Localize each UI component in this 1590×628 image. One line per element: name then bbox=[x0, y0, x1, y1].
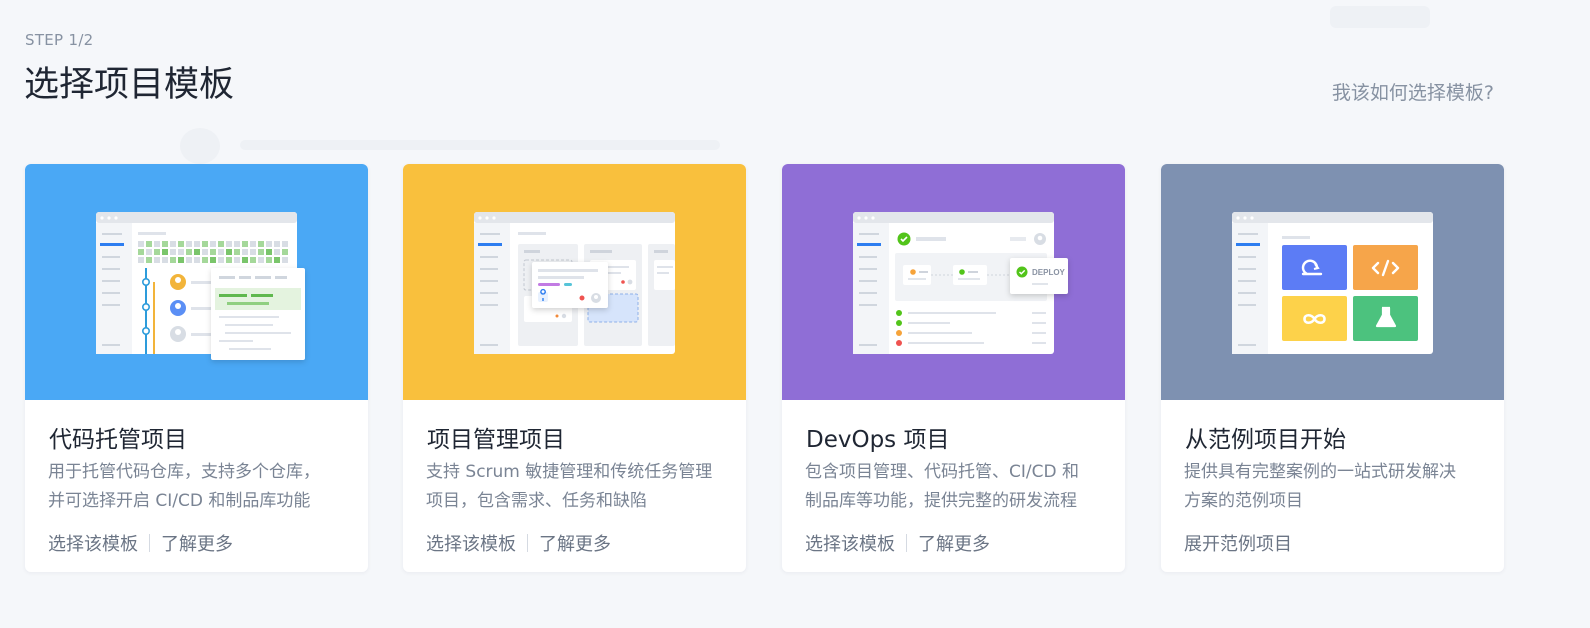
card-title: DevOps 项目 bbox=[806, 427, 950, 453]
template-card-devops[interactable]: DEPLOY DevOps 项目 包含项目管理、代码托管、CI/CD 和 制品库… bbox=[782, 164, 1125, 572]
card-description: 支持 Scrum 敏捷管理和传统任务管理 项目，包含需求、任务和缺陷 bbox=[426, 458, 726, 516]
card-description: 提供具有完整案例的一站式研发解决 方案的范例项目 bbox=[1184, 458, 1484, 516]
card-actions: 选择该模板 了解更多 bbox=[805, 530, 990, 556]
divider bbox=[527, 534, 528, 552]
expand-sample-projects-link[interactable]: 展开范例项目 bbox=[1184, 530, 1292, 556]
select-template-link[interactable]: 选择该模板 bbox=[805, 530, 895, 556]
kanban-illustration bbox=[474, 212, 675, 354]
card-title: 代码托管项目 bbox=[49, 427, 187, 453]
select-template-link[interactable]: 选择该模板 bbox=[426, 530, 516, 556]
divider bbox=[149, 534, 150, 552]
deploy-badge-text: DEPLOY bbox=[1032, 268, 1066, 277]
agile-tile bbox=[1282, 245, 1347, 290]
card-description-line: 项目，包含需求、任务和缺陷 bbox=[426, 491, 647, 511]
card-title: 项目管理项目 bbox=[427, 427, 565, 453]
learn-more-link[interactable]: 了解更多 bbox=[539, 530, 611, 556]
card-description-line: 方案的范例项目 bbox=[1184, 491, 1303, 511]
card-illustration bbox=[403, 164, 746, 400]
card-illustration bbox=[1161, 164, 1504, 400]
card-description: 用于托管代码仓库，支持多个仓库， 并可选择开启 CI/CD 和制品库功能 bbox=[48, 458, 348, 516]
template-card-sample-projects[interactable]: 从范例项目开始 提供具有完整案例的一站式研发解决 方案的范例项目 展开范例项目 bbox=[1161, 164, 1504, 572]
background-ghost bbox=[240, 140, 720, 150]
card-illustration: DEPLOY bbox=[782, 164, 1125, 400]
card-actions: 展开范例项目 bbox=[1184, 530, 1292, 556]
learn-more-link[interactable]: 了解更多 bbox=[161, 530, 233, 556]
select-template-link[interactable]: 选择该模板 bbox=[48, 530, 138, 556]
card-description-line: 提供具有完整案例的一站式研发解决 bbox=[1184, 462, 1456, 482]
template-card-project-management[interactable]: 项目管理项目 支持 Scrum 敏捷管理和传统任务管理 项目，包含需求、任务和缺… bbox=[403, 164, 746, 572]
card-actions: 选择该模板 了解更多 bbox=[48, 530, 233, 556]
divider bbox=[906, 534, 907, 552]
code-hosting-illustration bbox=[96, 212, 305, 360]
help-link[interactable]: 我该如何选择模板? bbox=[1332, 78, 1494, 105]
card-description-line: 用于托管代码仓库，支持多个仓库， bbox=[48, 462, 320, 482]
learn-more-link[interactable]: 了解更多 bbox=[918, 530, 990, 556]
page-title: 选择项目模板 bbox=[24, 65, 235, 105]
background-ghost bbox=[1330, 6, 1430, 28]
card-description-line: 并可选择开启 CI/CD 和制品库功能 bbox=[48, 491, 311, 511]
card-description: 包含项目管理、代码托管、CI/CD 和 制品库等功能，提供完整的研发流程 bbox=[805, 458, 1105, 516]
sample-projects-illustration bbox=[1232, 212, 1433, 354]
background-ghost bbox=[180, 128, 220, 164]
card-description-line: 包含项目管理、代码托管、CI/CD 和 bbox=[805, 462, 1079, 482]
devops-illustration: DEPLOY bbox=[853, 212, 1068, 354]
card-description-line: 制品库等功能，提供完整的研发流程 bbox=[805, 491, 1077, 511]
template-card-code-hosting[interactable]: 代码托管项目 用于托管代码仓库，支持多个仓库， 并可选择开启 CI/CD 和制品… bbox=[25, 164, 368, 572]
card-description-line: 支持 Scrum 敏捷管理和传统任务管理 bbox=[426, 462, 713, 482]
card-actions: 选择该模板 了解更多 bbox=[426, 530, 611, 556]
card-illustration bbox=[25, 164, 368, 400]
step-indicator: STEP 1/2 bbox=[25, 31, 94, 49]
card-title: 从范例项目开始 bbox=[1185, 427, 1346, 453]
